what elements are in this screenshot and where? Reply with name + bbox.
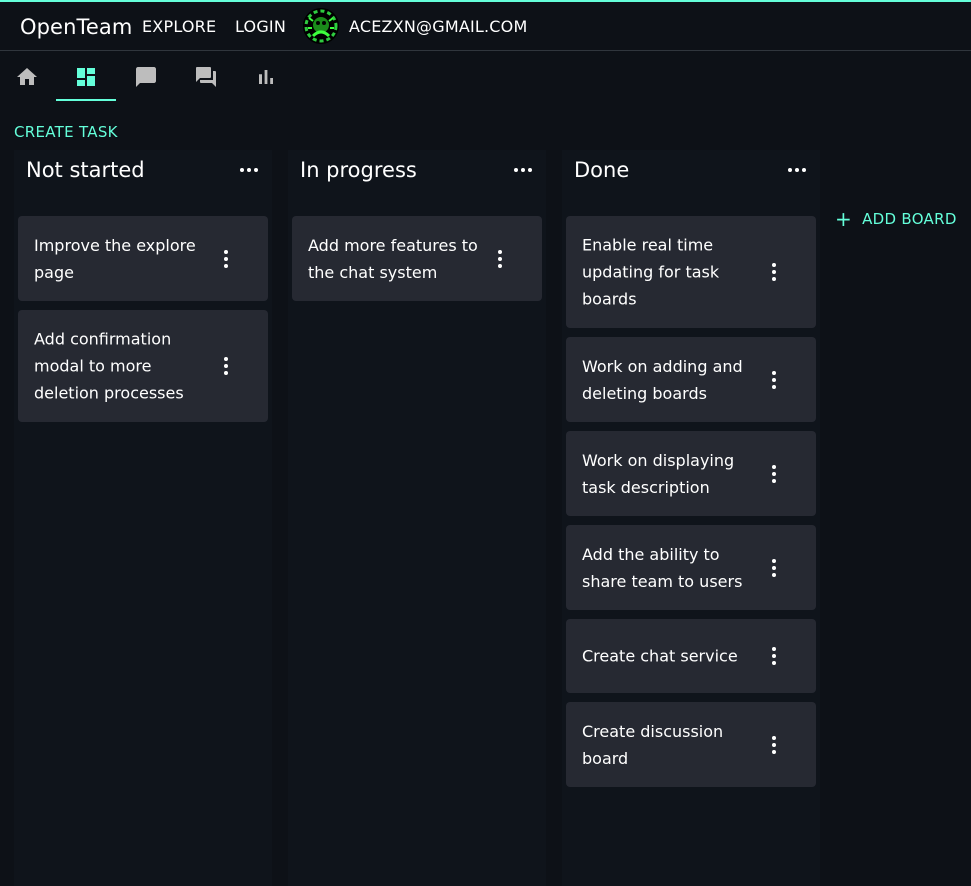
tab-stats[interactable] [236, 52, 296, 102]
task-menu-icon[interactable] [222, 248, 230, 270]
board-title: Done [574, 158, 630, 182]
board-column-in-progress: In progress Add more features to the cha… [288, 150, 546, 886]
task-card[interactable]: Work on displaying task description [566, 431, 816, 516]
add-board-label: ADD BOARD [862, 210, 957, 228]
create-task-button[interactable]: CREATE TASK [14, 123, 118, 141]
tab-forum[interactable] [176, 52, 236, 102]
task-menu-icon[interactable] [496, 248, 504, 270]
task-card[interactable]: Add more features to the chat system [292, 216, 542, 301]
board-menu-icon[interactable] [240, 168, 258, 172]
task-menu-icon[interactable] [770, 557, 778, 579]
task-card[interactable]: Create chat service [566, 619, 816, 693]
task-menu-icon[interactable] [770, 734, 778, 756]
task-title: Add more features to the chat system [308, 235, 478, 282]
task-card[interactable]: Create discussion board [566, 702, 816, 787]
board-title: In progress [300, 158, 417, 182]
board-column-done: Done Enable real time updating for task … [562, 150, 820, 886]
bar-chart-icon [259, 70, 273, 84]
nav-login-link[interactable]: LOGIN [235, 17, 286, 36]
task-menu-icon[interactable] [222, 355, 230, 377]
task-menu-icon[interactable] [770, 369, 778, 391]
forum-icon [196, 67, 216, 87]
task-title: Create chat service [582, 646, 738, 666]
task-title: Improve the explore page [34, 235, 196, 282]
nav-explore-link[interactable]: EXPLORE [142, 17, 216, 36]
task-card[interactable]: Add confirmation modal to more deletion … [18, 310, 268, 422]
task-card[interactable]: Enable real time updating for task board… [566, 216, 816, 328]
task-card[interactable]: Work on adding and deleting boards [566, 337, 816, 422]
task-title: Create discussion board [582, 721, 724, 768]
board-title: Not started [26, 158, 145, 182]
task-title: Work on adding and deleting boards [582, 356, 743, 403]
task-card[interactable]: Add the ability to share team to users [566, 525, 816, 610]
task-menu-icon[interactable] [770, 261, 778, 283]
task-menu-icon[interactable] [770, 463, 778, 485]
add-board-button[interactable]: + ADD BOARD [835, 207, 957, 231]
top-app-bar: OpenTeam EXPLORE LOGIN ACEZXN@GMAIL.COM [0, 0, 971, 51]
brand-logo[interactable]: OpenTeam [20, 15, 132, 39]
avatar[interactable] [303, 8, 339, 44]
chat-icon [136, 67, 156, 87]
tab-boards[interactable] [56, 52, 116, 102]
active-tab-indicator [56, 99, 116, 101]
tab-chat[interactable] [116, 52, 176, 102]
dashboard-icon [77, 68, 95, 86]
task-title: Add confirmation modal to more deletion … [34, 329, 184, 403]
task-title: Enable real time updating for task board… [582, 235, 720, 309]
task-menu-icon[interactable] [770, 645, 778, 667]
team-tabs [0, 52, 320, 104]
tab-home[interactable] [0, 52, 57, 102]
user-email-link[interactable]: ACEZXN@GMAIL.COM [349, 17, 527, 36]
board-menu-icon[interactable] [788, 168, 806, 172]
task-title: Add the ability to share team to users [582, 544, 743, 591]
plus-icon: + [835, 207, 853, 231]
task-card[interactable]: Improve the explore page [18, 216, 268, 301]
home-icon [17, 68, 37, 85]
task-title: Work on displaying task description [582, 450, 735, 497]
board-column-not-started: Not started Improve the explore page Add… [14, 150, 272, 886]
avatar-image [303, 8, 339, 44]
board-menu-icon[interactable] [514, 168, 532, 172]
